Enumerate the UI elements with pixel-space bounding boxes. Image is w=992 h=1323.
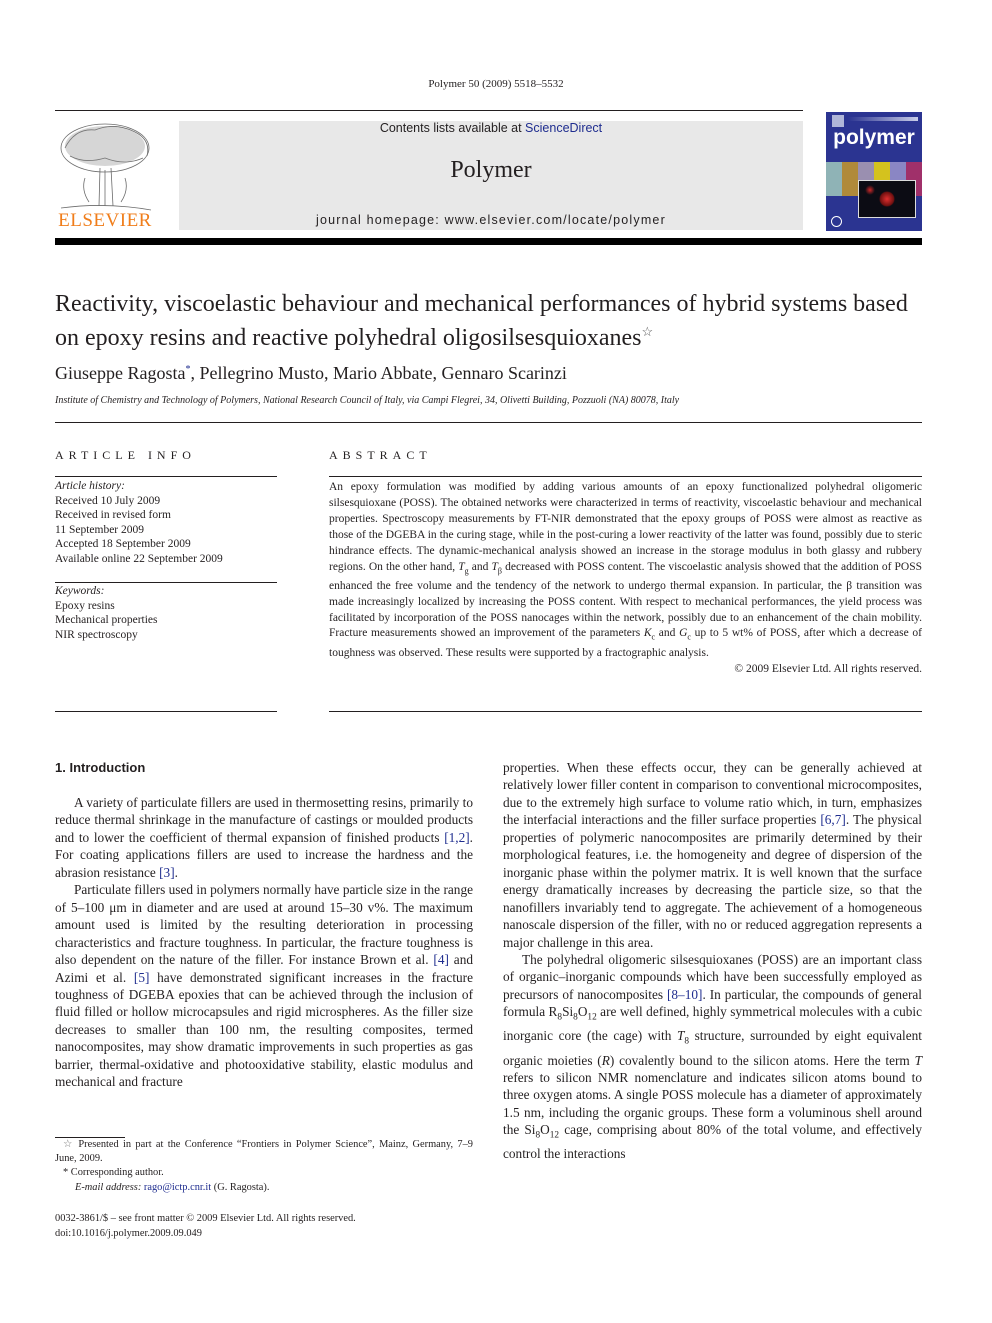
text: . (174, 864, 178, 880)
text: have demonstrated significant increases … (55, 969, 473, 1090)
body-column-right: properties. When these effects occur, th… (503, 759, 922, 1163)
symbol: K (643, 627, 652, 640)
journal-cover-image[interactable]: polymer (826, 112, 922, 231)
cover-title: polymer (833, 126, 915, 149)
keyword: NIR spectroscopy (55, 628, 138, 641)
sciencedirect-link[interactable]: ScienceDirect (525, 121, 602, 135)
header-rule (55, 110, 803, 111)
footnote-star-mark: ☆ (63, 1139, 75, 1150)
symbol: T (914, 1052, 922, 1068)
symbol: R (601, 1052, 610, 1068)
subscript: 12 (549, 1131, 560, 1142)
subscript: 12 (587, 1013, 597, 1023)
history-item: Received 10 July 2009 (55, 494, 161, 507)
affiliation: Institute of Chemistry and Technology of… (55, 395, 680, 406)
affiliation-rule (55, 422, 922, 423)
contents-line: Contents lists available at ScienceDirec… (179, 121, 803, 135)
journal-masthead: Contents lists available at ScienceDirec… (179, 121, 803, 230)
author-name[interactable]: Giuseppe Ragosta (55, 363, 185, 383)
history-item: Available online 22 September 2009 (55, 552, 223, 565)
citation-link[interactable]: [3] (159, 865, 175, 880)
contents-prefix: Contents lists available at (379, 121, 526, 135)
text: cage, comprising about 80% of the total … (503, 1122, 922, 1162)
elsevier-wordmark[interactable]: ELSEVIER (55, 210, 155, 232)
text: A variety of particulate fillers are use… (55, 795, 473, 845)
body-column-left: A variety of particulate fillers are use… (55, 794, 473, 1091)
article-history: Article history: Received 10 July 2009 R… (55, 479, 223, 566)
text: O (577, 1004, 588, 1020)
cover-image-strip (842, 162, 858, 196)
citation-link[interactable]: [6,7] (820, 812, 845, 827)
keyword: Mechanical properties (55, 614, 158, 626)
author-name[interactable]: Mario Abbate (333, 363, 432, 383)
running-head: Polymer 50 (2009) 5518–5532 (428, 78, 564, 90)
citation-link[interactable]: [1,2] (444, 830, 469, 845)
footnote-presented: ☆ Presented in part at the Conference “F… (55, 1138, 473, 1166)
abstract-text: and (468, 560, 492, 573)
citation-link[interactable]: [5] (134, 970, 150, 985)
doi-link[interactable]: doi:10.1016/j.polymer.2009.09.049 (55, 1227, 356, 1242)
footnote-text: (G. Ragosta). (211, 1181, 270, 1193)
citation-link[interactable]: [4] (433, 952, 449, 967)
article-info-heading: ARTICLE INFO (55, 448, 196, 462)
divider (55, 582, 277, 583)
footnote-text: Presented in part at the Conference “Fro… (55, 1139, 473, 1165)
footnote-email: E-mail address: rago@ictp.cnr.it (G. Rag… (55, 1181, 473, 1195)
cover-band (848, 117, 918, 121)
text: Particulate fillers used in polymers nor… (55, 882, 473, 968)
corresponding-author-mark[interactable]: * (185, 364, 190, 375)
history-item: Received in revised form (55, 509, 171, 521)
divider (329, 476, 922, 477)
text: . The physical properties of polymeric n… (503, 812, 922, 950)
email-label: E-mail address: (75, 1181, 144, 1193)
text: Si (562, 1004, 574, 1020)
author-name[interactable]: Pellegrino Musto (199, 363, 324, 383)
history-item: 11 September 2009 (55, 523, 145, 536)
author-list: Giuseppe Ragosta*, Pellegrino Musto, Mar… (55, 363, 567, 383)
abstract-copyright: © 2009 Elsevier Ltd. All rights reserved… (734, 662, 922, 675)
author-name[interactable]: Gennaro Scarinzi (441, 363, 566, 383)
abstract-text: An epoxy formulation was modified by add… (329, 481, 922, 573)
keyword: Epoxy resins (55, 599, 115, 612)
abstract-text: and (655, 627, 680, 640)
cover-image-strip (826, 162, 842, 196)
text: O (540, 1122, 550, 1138)
email-link[interactable]: rago@ictp.cnr.it (144, 1182, 211, 1193)
article-title: Reactivity, viscoelastic behaviour and m… (55, 290, 935, 352)
keywords-label: Keywords: (55, 585, 105, 597)
divider (55, 711, 277, 712)
masthead-thick-rule (55, 238, 922, 245)
cover-inset-micrograph (858, 180, 916, 218)
issn-line: 0032-3861/$ – see front matter © 2009 El… (55, 1213, 356, 1224)
cover-badge-icon (831, 216, 842, 227)
section-heading-introduction: 1. Introduction (55, 760, 146, 775)
history-item: Accepted 18 September 2009 (55, 538, 191, 550)
citation-link[interactable]: [8–10] (667, 987, 702, 1002)
history-label: Article history: (55, 480, 125, 492)
text: ) covalently bound to the silicon atoms.… (609, 1052, 915, 1068)
footnote-text: Corresponding author. (68, 1167, 164, 1179)
paragraph: properties. When these effects occur, th… (503, 759, 922, 951)
imprint: 0032-3861/$ – see front matter © 2009 El… (55, 1212, 356, 1241)
divider (55, 476, 277, 477)
journal-homepage-link[interactable]: journal homepage: www.elsevier.com/locat… (179, 213, 803, 227)
keywords: Keywords: Epoxy resins Mechanical proper… (55, 584, 158, 642)
paragraph: A variety of particulate fillers are use… (55, 794, 473, 881)
footnote-corresponding: * Corresponding author. (55, 1166, 473, 1180)
paragraph: Particulate fillers used in polymers nor… (55, 881, 473, 1090)
paragraph: The polyhedral oligomeric silsesquioxane… (503, 951, 922, 1163)
title-footnote-mark[interactable]: ☆ (642, 324, 654, 339)
footnotes: ☆ Presented in part at the Conference “F… (55, 1138, 473, 1195)
divider (329, 711, 922, 712)
article-title-text: Reactivity, viscoelastic behaviour and m… (55, 291, 908, 351)
journal-name: Polymer (450, 157, 532, 183)
abstract-heading: ABSTRACT (329, 448, 432, 462)
abstract-body: An epoxy formulation was modified by add… (329, 480, 922, 677)
